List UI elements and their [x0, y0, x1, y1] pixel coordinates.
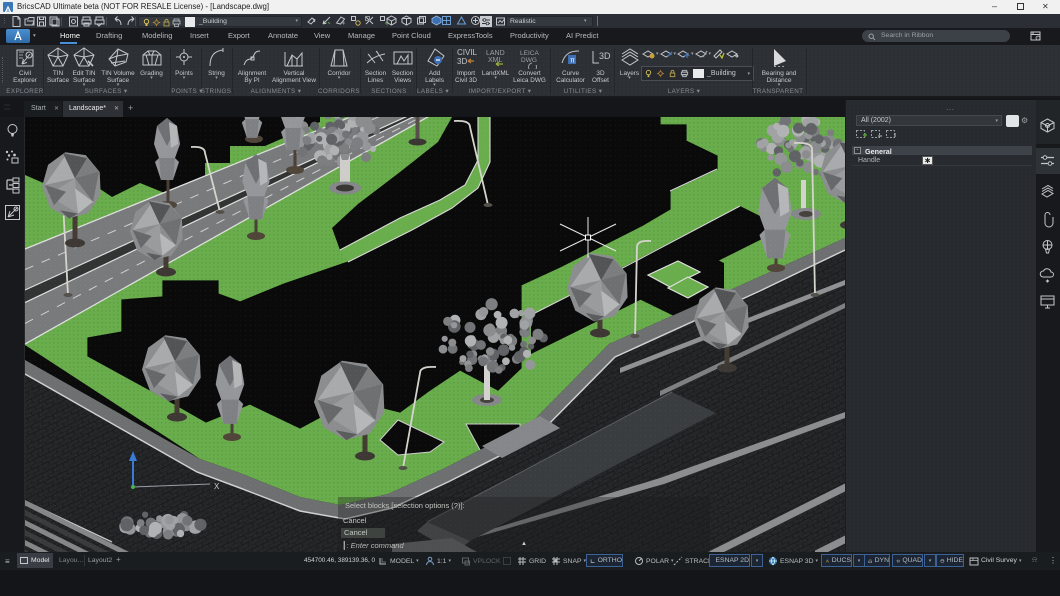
svg-text:XML: XML	[488, 57, 503, 64]
svg-text:LEICA: LEICA	[520, 50, 539, 57]
svg-text:DWG: DWG	[521, 57, 537, 64]
svg-text:LAND: LAND	[486, 50, 505, 57]
svg-text:3D: 3D	[457, 57, 467, 66]
svg-text:π: π	[570, 58, 575, 65]
svg-text:CIVIL: CIVIL	[457, 48, 478, 57]
